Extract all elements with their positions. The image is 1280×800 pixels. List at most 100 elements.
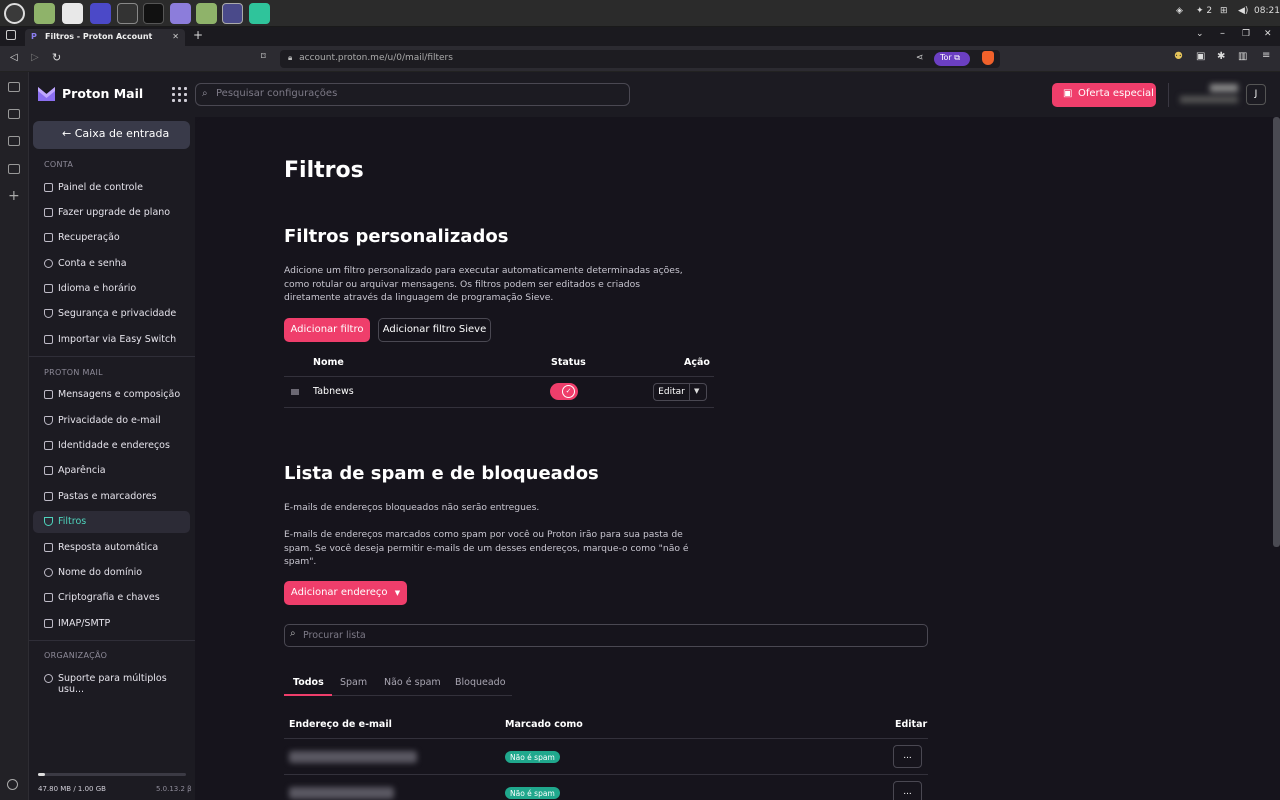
search-placeholder: Pesquisar configurações [216, 88, 338, 99]
tab-title: Filtros - Proton Account [45, 32, 153, 41]
main-scrollbar[interactable] [1273, 117, 1280, 547]
user-account-info[interactable] [1176, 82, 1242, 108]
sidebar-item-filters[interactable]: Filtros [33, 511, 190, 533]
vscode-app-icon[interactable] [62, 3, 83, 24]
brave-app-icon[interactable] [222, 3, 243, 24]
extension-icon[interactable]: ⚉ [1174, 51, 1183, 62]
app-icon[interactable] [249, 3, 270, 24]
brand-name[interactable]: Proton Mail [62, 86, 143, 101]
back-icon[interactable]: ◁ [10, 52, 18, 63]
new-tab-button[interactable]: + [193, 28, 203, 42]
back-to-inbox-button[interactable]: ← Caixa de entrada [33, 121, 190, 149]
wallet-side-icon[interactable] [8, 109, 20, 119]
tab-blocked[interactable]: Bloqueado [455, 677, 506, 688]
brave-shield-icon[interactable] [982, 51, 994, 65]
section-label-account: CONTA [44, 160, 74, 169]
settings-sidebar: ← Caixa de entrada CONTA Painel de contr… [29, 117, 195, 800]
bookmarks-icon[interactable] [8, 136, 20, 146]
sidebar-item-upgrade[interactable]: Fazer upgrade de plano [33, 202, 190, 224]
wallet-icon[interactable]: ▣ [1196, 51, 1205, 62]
sidebar-item-recovery[interactable]: Recuperação [33, 227, 190, 249]
sidebar-item-label: IMAP/SMTP [58, 618, 111, 629]
drag-handle-icon[interactable] [291, 389, 299, 395]
sidebar-item-email-privacy[interactable]: Privacidade do e-mail [33, 410, 190, 432]
row-actions-button[interactable]: ... [893, 781, 922, 800]
keepass-app-icon[interactable] [117, 3, 138, 24]
files-app-icon[interactable] [34, 3, 55, 24]
sidebar-item-appearance[interactable]: Aparência [33, 460, 190, 482]
avatar[interactable]: J [1246, 84, 1266, 105]
sidebar-item-folders-labels[interactable]: Pastas e marcadores [33, 486, 190, 508]
proton-vpn-app-icon[interactable] [90, 3, 111, 24]
paint-brush-icon [44, 466, 53, 475]
tab-spam[interactable]: Spam [340, 677, 367, 688]
special-offer-button[interactable]: ▣ Oferta especial [1052, 83, 1156, 107]
maximize-window-icon[interactable]: ❐ [1242, 29, 1250, 39]
add-sieve-filter-button[interactable]: Adicionar filtro Sieve [378, 318, 491, 342]
sidebar-item-identity[interactable]: Identidade e endereços [33, 435, 190, 457]
sidebar-item-security[interactable]: Segurança e privacidade [33, 303, 190, 325]
tab-not-spam[interactable]: Não é spam [384, 677, 441, 688]
caret-down-icon[interactable]: ▼ [694, 387, 699, 395]
sidebar-item-auto-reply[interactable]: Resposta automática [33, 537, 190, 559]
terminal-app-icon[interactable] [143, 3, 164, 24]
bookmark-icon[interactable]: ⌑ [261, 52, 266, 62]
sidebar-item-imap-smtp[interactable]: IMAP/SMTP [33, 613, 190, 635]
sidebar-toggle-icon[interactable]: ▥ [1238, 51, 1247, 62]
sidebar-item-multi-user[interactable]: Suporte para múltiplos usu... [33, 668, 190, 695]
sidebar-divider [29, 640, 195, 641]
auto-reply-icon [44, 543, 53, 552]
settings-gear-icon[interactable] [7, 779, 18, 790]
sidebar-item-label: Fazer upgrade de plano [58, 207, 171, 218]
gift-icon: ▣ [1063, 88, 1073, 99]
video-icon[interactable] [8, 82, 20, 92]
network-tray-icon[interactable]: ⊞ [1220, 6, 1228, 16]
sidebar-item-easy-switch[interactable]: Importar via Easy Switch [33, 329, 190, 351]
edit-filter-button[interactable]: Editar [654, 384, 690, 400]
tab-all[interactable]: Todos [293, 677, 324, 688]
sidebar-item-dashboard[interactable]: Painel de controle [33, 177, 190, 199]
menu-icon[interactable]: ≡ [1262, 50, 1270, 61]
users-icon [44, 674, 53, 683]
sidebar-item-domain[interactable]: Nome do domínio [33, 562, 190, 584]
reload-icon[interactable]: ↻ [52, 51, 61, 64]
shield-tray-icon[interactable]: ◈ [1176, 6, 1183, 16]
text-editor-app-icon[interactable] [170, 3, 191, 24]
table-divider [284, 774, 928, 775]
sidebar-item-encryption[interactable]: Criptografia e chaves [33, 587, 190, 609]
filter-status-toggle[interactable]: ✓ [550, 383, 578, 400]
add-panel-icon[interactable]: + [8, 188, 20, 204]
sidebar-item-language-time[interactable]: Idioma e horário [33, 278, 190, 300]
add-address-button[interactable]: Adicionar endereço ▼ [284, 581, 407, 605]
tabs-menu-icon[interactable] [6, 30, 16, 40]
share-icon[interactable]: ⋖ [916, 53, 924, 63]
mint-menu-icon[interactable] [4, 3, 25, 24]
sidebar-item-account-password[interactable]: Conta e senha [33, 253, 190, 275]
folder-app-icon[interactable] [196, 3, 217, 24]
close-window-icon[interactable]: ✕ [1264, 29, 1272, 39]
add-filter-button[interactable]: Adicionar filtro [284, 318, 370, 342]
reading-list-icon[interactable] [8, 164, 20, 174]
active-tab-indicator [284, 694, 332, 696]
volume-tray-icon[interactable]: ◀) [1238, 6, 1248, 16]
url-field[interactable]: 🔒︎ account.proton.me/u/0/mail/filters ⋖ … [280, 50, 1000, 68]
minimize-window-icon[interactable]: – [1220, 28, 1225, 39]
browser-side-panel: + [0, 72, 29, 800]
workspace-indicator[interactable]: ✦ 2 [1196, 6, 1212, 16]
sidebar-item-label: Segurança e privacidade [58, 308, 177, 319]
chevron-down-icon[interactable]: ⌄ [1196, 29, 1204, 39]
spam-search-input[interactable]: ⌕ Procurar lista [284, 624, 928, 647]
sidebar-item-label: Pastas e marcadores [58, 491, 157, 502]
browser-tab[interactable]: P Filtros - Proton Account ✕ [25, 29, 185, 46]
table-divider [284, 738, 928, 739]
apps-grid-icon[interactable] [172, 87, 187, 102]
row-actions-button[interactable]: ... [893, 745, 922, 768]
settings-search-input[interactable]: ⌕ Pesquisar configurações [195, 83, 630, 106]
shield-icon [44, 309, 53, 318]
sidebar-item-messages[interactable]: Mensagens e composição [33, 384, 190, 406]
puzzle-icon[interactable]: ✱ [1217, 51, 1225, 62]
forward-icon[interactable]: ▷ [31, 52, 39, 63]
close-tab-icon[interactable]: ✕ [172, 32, 179, 41]
tor-badge[interactable]: Tor ⧉ [934, 52, 970, 66]
page-title: Filtros [284, 158, 364, 183]
